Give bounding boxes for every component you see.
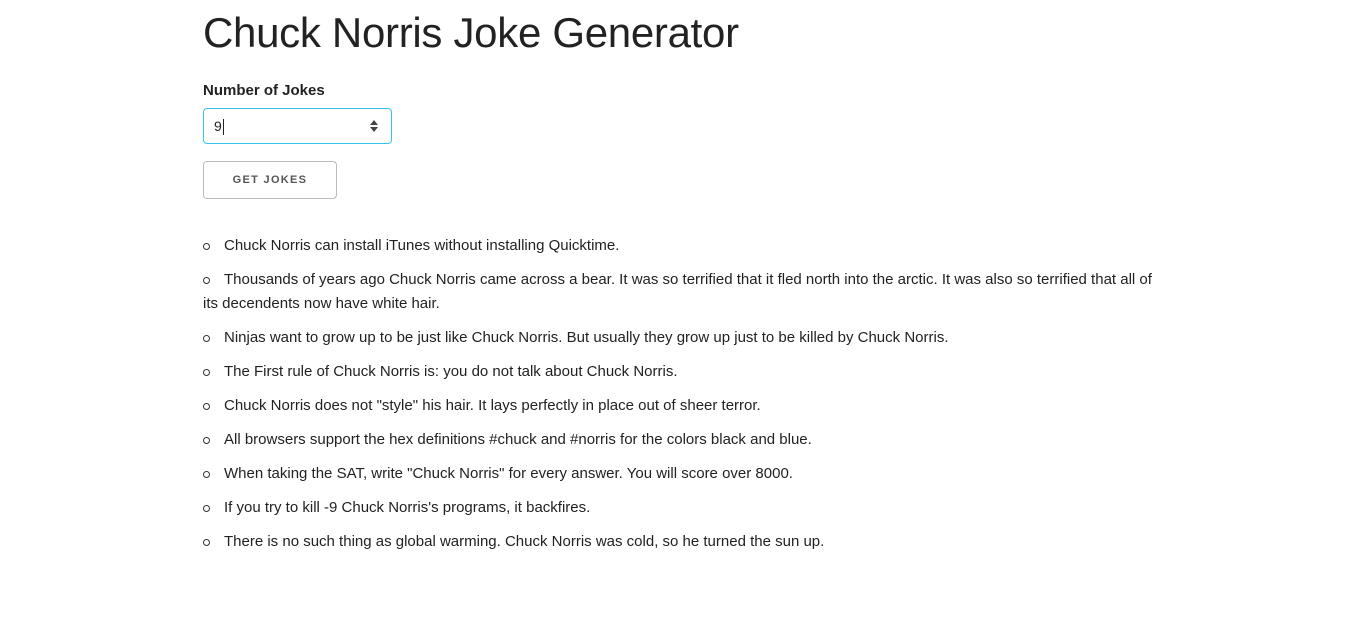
list-item: Chuck Norris does not "style" his hair. … bbox=[203, 394, 1163, 418]
list-item: All browsers support the hex definitions… bbox=[203, 428, 1163, 452]
joke-text: When taking the SAT, write "Chuck Norris… bbox=[224, 465, 793, 482]
joke-text: Thousands of years ago Chuck Norris came… bbox=[203, 271, 1152, 312]
hollow-circle-bullet-icon bbox=[203, 277, 210, 284]
joke-text: The First rule of Chuck Norris is: you d… bbox=[224, 363, 678, 380]
jokes-list: Chuck Norris can install iTunes without … bbox=[203, 234, 1163, 564]
hollow-circle-bullet-icon bbox=[203, 403, 210, 410]
spinner-arrows-icon[interactable] bbox=[369, 119, 379, 133]
spin-down-icon[interactable] bbox=[370, 127, 378, 132]
hollow-circle-bullet-icon bbox=[203, 437, 210, 444]
list-item: Chuck Norris can install iTunes without … bbox=[203, 234, 1163, 258]
joke-text: Ninjas want to grow up to be just like C… bbox=[224, 329, 949, 346]
number-of-jokes-input-box[interactable] bbox=[203, 108, 392, 144]
joke-text: Chuck Norris does not "style" his hair. … bbox=[224, 397, 761, 414]
list-item: If you try to kill -9 Chuck Norris's pro… bbox=[203, 496, 1163, 520]
hollow-circle-bullet-icon bbox=[203, 369, 210, 376]
list-item: The First rule of Chuck Norris is: you d… bbox=[203, 360, 1163, 384]
number-of-jokes-input[interactable] bbox=[214, 117, 354, 135]
joke-text: All browsers support the hex definitions… bbox=[224, 431, 812, 448]
hollow-circle-bullet-icon bbox=[203, 539, 210, 546]
joke-text: Chuck Norris can install iTunes without … bbox=[224, 237, 620, 254]
page-title: Chuck Norris Joke Generator bbox=[203, 9, 739, 56]
hollow-circle-bullet-icon bbox=[203, 335, 210, 342]
joke-text: If you try to kill -9 Chuck Norris's pro… bbox=[224, 499, 591, 516]
joke-text: There is no such thing as global warming… bbox=[224, 533, 825, 550]
list-item: There is no such thing as global warming… bbox=[203, 530, 1163, 554]
hollow-circle-bullet-icon bbox=[203, 243, 210, 250]
hollow-circle-bullet-icon bbox=[203, 505, 210, 512]
hollow-circle-bullet-icon bbox=[203, 471, 210, 478]
list-item: Ninjas want to grow up to be just like C… bbox=[203, 326, 1163, 350]
get-jokes-button[interactable]: GET JOKES bbox=[203, 161, 337, 199]
text-caret bbox=[223, 119, 224, 135]
list-item: When taking the SAT, write "Chuck Norris… bbox=[203, 462, 1163, 486]
list-item: Thousands of years ago Chuck Norris came… bbox=[203, 268, 1163, 316]
number-of-jokes-label: Number of Jokes bbox=[203, 82, 325, 99]
spin-up-icon[interactable] bbox=[370, 120, 378, 125]
